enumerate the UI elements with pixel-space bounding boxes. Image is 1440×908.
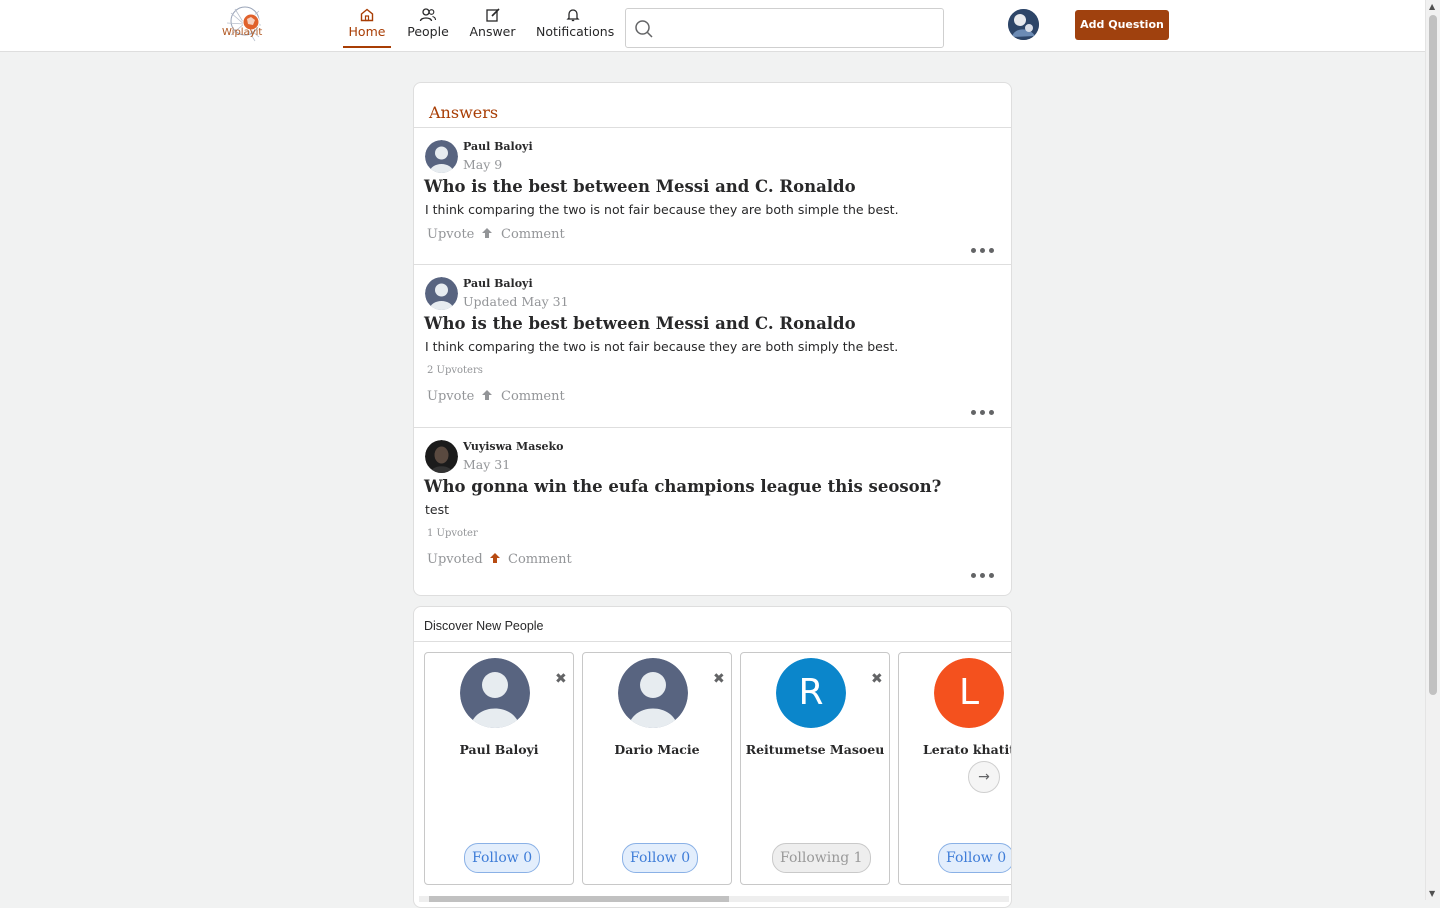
arrow-right-icon[interactable]: →	[968, 761, 1000, 793]
person-name[interactable]: Reitumetse Masoeu	[741, 742, 889, 757]
author-name[interactable]: Paul Baloyi	[463, 140, 533, 153]
upvoters-count[interactable]: 1 Upvoter	[427, 528, 478, 539]
discover-title: Discover New People	[424, 619, 544, 633]
arrow-up-icon	[481, 390, 492, 400]
question-title[interactable]: Who is the best between Messi and C. Ron…	[424, 177, 856, 196]
bell-icon	[566, 9, 580, 22]
nav-notifications-label: Notifications	[536, 24, 615, 39]
person-avatar[interactable]	[618, 658, 688, 728]
answer-body: I think comparing the two is not fair be…	[425, 339, 899, 354]
answer-body: I think comparing the two is not fair be…	[425, 202, 899, 217]
question-title[interactable]: Who is the best between Messi and C. Ron…	[424, 314, 856, 333]
logo-icon[interactable]	[221, 3, 265, 47]
comment-button[interactable]: Comment	[501, 389, 565, 404]
answers-title: Answers	[429, 103, 499, 122]
close-icon[interactable]: ✖	[713, 671, 725, 687]
default-avatar-icon	[425, 277, 458, 310]
horizontal-scrollbar[interactable]	[419, 896, 1009, 902]
upvote-button[interactable]: Upvote	[427, 389, 493, 404]
author-name[interactable]: Paul Baloyi	[463, 277, 533, 290]
user-avatar[interactable]	[1008, 9, 1039, 40]
author-name[interactable]: Vuyiswa Maseko	[463, 440, 563, 453]
user-avatar-image	[1008, 9, 1039, 40]
upvote-label: Upvoted	[427, 552, 483, 567]
post-date: Updated May 31	[463, 294, 569, 309]
default-avatar-icon	[460, 658, 530, 728]
follow-button[interactable]: Follow 0	[938, 843, 1011, 873]
divider	[414, 641, 1011, 642]
top-navigation-bar: Wiplayit Home People Answer Notification…	[0, 0, 1425, 52]
post-date: May 31	[463, 457, 511, 472]
close-icon[interactable]: ✖	[871, 671, 883, 687]
post-date: May 9	[463, 157, 503, 172]
logo-text[interactable]: Wiplayit	[222, 27, 262, 38]
search-input[interactable]	[664, 15, 938, 41]
scrollbar-thumb[interactable]	[429, 896, 729, 902]
more-options-icon[interactable]	[971, 559, 994, 584]
nav-people-label: People	[407, 24, 449, 39]
discover-people-card: Discover New People ✖ Paul Baloyi Follow…	[413, 606, 1012, 908]
upvoted-button[interactable]: Upvoted	[427, 552, 501, 567]
nav-home-label: Home	[348, 24, 386, 39]
answer-body: test	[425, 502, 450, 517]
comment-button[interactable]: Comment	[501, 227, 565, 242]
answer-post: Paul Baloyi Updated May 31 Who is the be…	[414, 265, 1011, 428]
question-title[interactable]: Who gonna win the eufa champions league …	[424, 477, 941, 496]
upvote-label: Upvote	[427, 227, 475, 242]
vertical-scrollbar[interactable]: ▲ ▼	[1425, 0, 1440, 900]
search-box[interactable]	[625, 8, 944, 48]
default-avatar-icon	[425, 140, 458, 173]
author-avatar[interactable]	[425, 277, 458, 310]
follow-button[interactable]: Follow 0	[622, 843, 699, 873]
author-avatar[interactable]	[425, 440, 458, 473]
avatar-initial: L	[934, 658, 1004, 728]
default-avatar-icon	[618, 658, 688, 728]
search-icon	[635, 20, 653, 38]
nav-answer[interactable]: Answer	[469, 0, 516, 46]
person-name[interactable]: Paul Baloyi	[425, 742, 573, 757]
scroll-down-icon[interactable]: ▼	[1429, 889, 1435, 898]
scrollbar-thumb[interactable]	[1429, 15, 1437, 695]
scroll-up-icon[interactable]: ▲	[1429, 2, 1435, 11]
comment-button[interactable]: Comment	[508, 552, 572, 567]
nav-notifications[interactable]: Notifications	[536, 0, 614, 46]
arrow-up-icon	[481, 228, 492, 238]
close-icon[interactable]: ✖	[555, 671, 567, 687]
nav-people[interactable]: People	[405, 0, 451, 46]
person-card: R ✖ Reitumetse Masoeu Following 1	[740, 652, 890, 885]
home-icon	[360, 8, 374, 22]
upvote-label: Upvote	[427, 389, 475, 404]
answer-post: Paul Baloyi May 9 Who is the best betwee…	[414, 128, 1011, 265]
answer-post: Vuyiswa Maseko May 31 Who gonna win the …	[414, 428, 1011, 595]
upvote-button[interactable]: Upvote	[427, 227, 493, 242]
person-avatar[interactable]	[460, 658, 530, 728]
people-icon	[419, 8, 437, 22]
more-options-icon[interactable]	[971, 396, 994, 421]
edit-icon	[485, 8, 500, 22]
nav-answer-label: Answer	[469, 24, 516, 39]
answers-card: Answers Paul Baloyi May 9 Who is the bes…	[413, 82, 1012, 596]
person-card: ✖ Paul Baloyi Follow 0	[424, 652, 574, 885]
add-question-button[interactable]: Add Question	[1075, 10, 1169, 40]
upvoters-count[interactable]: 2 Upvoters	[427, 365, 483, 376]
author-avatar[interactable]	[425, 140, 458, 173]
person-name[interactable]: Dario Macie	[583, 742, 731, 757]
nav-home[interactable]: Home	[343, 0, 391, 48]
avatar-initial: R	[776, 658, 846, 728]
following-button[interactable]: Following 1	[772, 843, 871, 873]
person-avatar[interactable]: L	[934, 658, 1004, 728]
person-avatar[interactable]: R	[776, 658, 846, 728]
arrow-up-icon	[489, 553, 500, 563]
follow-button[interactable]: Follow 0	[464, 843, 541, 873]
more-options-icon[interactable]	[971, 234, 994, 259]
person-name[interactable]: Lerato khatite	[899, 742, 1011, 757]
author-photo	[425, 440, 458, 473]
person-card: ✖ Dario Macie Follow 0	[582, 652, 732, 885]
